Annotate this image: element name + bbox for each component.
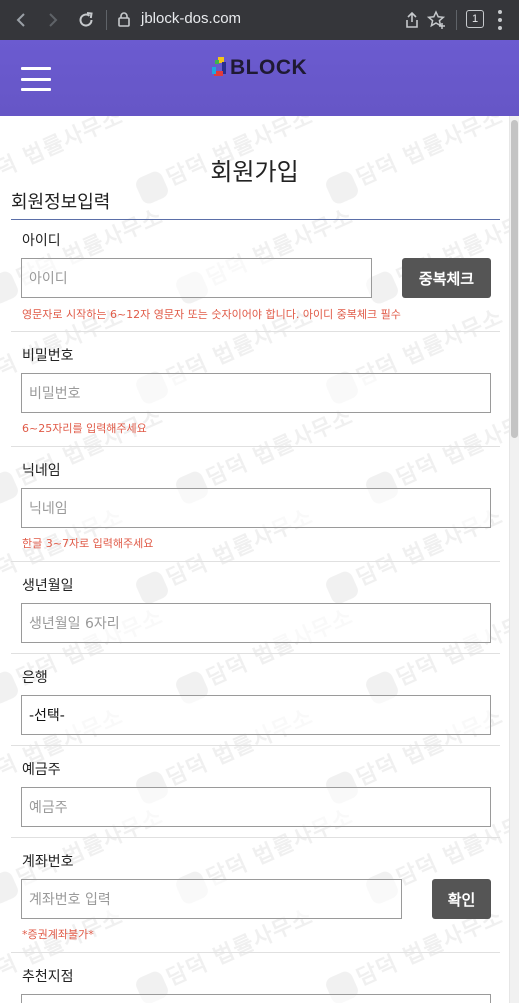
page-title: 회원가입 <box>210 158 299 186</box>
nickname-input[interactable]: 닉네임 <box>21 488 491 528</box>
account-number-input[interactable]: 계좌번호 입력 <box>21 879 402 919</box>
divider <box>11 653 500 654</box>
divider <box>11 331 500 332</box>
divider <box>11 837 500 838</box>
bookmark-star-icon[interactable] <box>426 9 448 31</box>
divider <box>11 745 500 746</box>
toolbar-separator <box>456 10 457 30</box>
lock-icon[interactable] <box>117 11 131 27</box>
share-icon[interactable] <box>401 9 423 31</box>
account-confirm-button[interactable]: 확인 <box>432 879 491 919</box>
referral-label: 추천지점 <box>22 969 74 985</box>
account-holder-label: 예금주 <box>22 762 61 778</box>
account-hint: *증권계좌불가* <box>22 928 94 941</box>
divider <box>11 952 500 953</box>
section-title: 회원정보입력 <box>11 188 500 220</box>
bank-select[interactable]: -선택- <box>21 695 491 735</box>
password-input[interactable]: 비밀번호 <box>21 373 491 413</box>
birthdate-label: 생년월일 <box>22 578 74 594</box>
logo-text: BLOCK <box>230 56 308 79</box>
id-input[interactable]: 아이디 <box>21 258 372 298</box>
id-hint: 영문자로 시작하는 6~12자 영문자 또는 숫자이어야 합니다. 아이디 중복… <box>22 308 401 321</box>
browser-toolbar: jblock-dos.com 1 <box>0 0 519 40</box>
duplicate-check-button[interactable]: 중복체크 <box>402 258 491 298</box>
divider <box>11 446 500 447</box>
site-logo[interactable]: BLOCK <box>209 55 307 81</box>
id-label: 아이디 <box>22 233 61 249</box>
password-hint: 6~25자리를 입력해주세요 <box>22 422 147 435</box>
reload-icon[interactable] <box>75 9 97 31</box>
signup-page: 담덕 법률사무소 담덕 법률사무소 담덕 법률사무소 담덕 법률사무소 담덕 법률사무소… <box>0 116 509 1003</box>
referral-input[interactable] <box>21 994 491 1003</box>
account-number-label: 계좌번호 <box>22 854 74 870</box>
more-menu-icon[interactable] <box>497 10 503 30</box>
forward-icon[interactable] <box>42 9 64 31</box>
birthdate-input[interactable]: 생년월일 6자리 <box>21 603 491 643</box>
nickname-label: 닉네임 <box>22 463 61 479</box>
back-icon[interactable] <box>10 9 32 31</box>
nickname-hint: 한글 3~7자로 입력해주세요 <box>22 537 154 550</box>
account-holder-input[interactable]: 예금주 <box>21 787 491 827</box>
site-header: BLOCK <box>0 40 519 116</box>
address-bar[interactable]: jblock-dos.com <box>141 10 241 27</box>
divider <box>11 561 500 562</box>
hamburger-menu-icon[interactable] <box>21 67 51 91</box>
logo-mark-icon <box>209 56 229 80</box>
bank-label: 은행 <box>22 670 48 686</box>
url-separator <box>106 10 107 30</box>
page-scrollbar-thumb[interactable] <box>511 120 518 438</box>
tab-count-icon[interactable]: 1 <box>466 10 484 28</box>
password-label: 비밀번호 <box>22 348 74 364</box>
watermark-layer: 담덕 법률사무소 담덕 법률사무소 담덕 법률사무소 담덕 법률사무소 담덕 법률사무소… <box>0 116 509 1003</box>
